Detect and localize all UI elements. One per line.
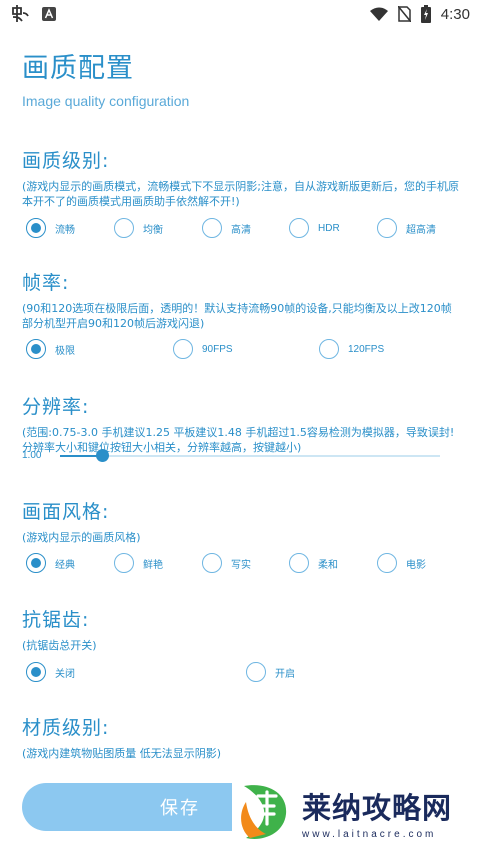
radio-label: 90FPS (202, 343, 233, 355)
watermark-logo (236, 782, 296, 844)
radio-label: 高清 (231, 224, 251, 236)
battery-charging-icon (420, 5, 431, 23)
radio-option-on[interactable]: 开启 (246, 662, 295, 682)
radio-option-120fps[interactable]: 120FPS (319, 339, 384, 359)
radio-option-hdr[interactable]: HDR (289, 218, 340, 238)
radio-option-hd[interactable]: 高清 (202, 218, 251, 238)
radio-label: 经典 (55, 559, 75, 571)
radio-button[interactable] (377, 218, 397, 238)
radio-option-extreme[interactable]: 极限 (26, 339, 75, 359)
page-subtitle: Image quality configuration (22, 93, 190, 109)
radio-button[interactable] (26, 218, 46, 238)
section-texture: 材质级别: (游戏内建筑物贴图质量 低无法显示阴影) (22, 713, 462, 761)
section-title: 分辨率: (22, 396, 90, 418)
section-fps: 帧率: (90和120选项在极限后面，透明的！默认支持流畅90帧的设备,只能均衡… (22, 268, 462, 359)
radio-label: 超高清 (406, 224, 436, 236)
section-resolution: 分辨率: (范围:0.75-3.0 手机建议1.25 平板建议1.48 手机超过… (22, 392, 462, 462)
section-description: (抗锯齿总开关) (22, 639, 97, 652)
radio-label: 电影 (406, 559, 426, 571)
slider-thumb[interactable] (96, 448, 109, 462)
radio-button[interactable] (246, 662, 266, 682)
radio-option-movie[interactable]: 电影 (377, 553, 426, 573)
radio-option-vivid[interactable]: 鲜艳 (114, 553, 163, 573)
radio-label: 柔和 (318, 559, 338, 571)
radio-button[interactable] (173, 339, 193, 359)
watermark-name: 莱纳攻略网 (302, 791, 453, 825)
radio-label: 流畅 (55, 224, 75, 236)
status-bar: 4:30 (0, 0, 480, 28)
save-button-label: 保存 (160, 798, 200, 819)
radio-button[interactable] (114, 218, 134, 238)
radio-button[interactable] (114, 553, 134, 573)
radio-option-off[interactable]: 关闭 (26, 662, 75, 682)
radio-button[interactable] (289, 553, 309, 573)
radio-option-soft[interactable]: 柔和 (289, 553, 338, 573)
radio-label: 120FPS (348, 343, 385, 355)
resolution-slider: 1.00 (22, 448, 462, 462)
slider-track[interactable] (60, 448, 440, 462)
section-quality: 画质级别: (游戏内显示的画质模式，流畅模式下不显示阴影;注意，自从游戏新版更新… (22, 146, 462, 238)
radio-option-smooth[interactable]: 流畅 (26, 218, 75, 238)
radio-label: 关闭 (55, 668, 75, 680)
radio-option-90fps[interactable]: 90FPS (173, 339, 233, 359)
section-title: 材质级别: (22, 717, 110, 739)
section-description: (游戏内显示的画质风格) (22, 531, 141, 544)
radio-button[interactable] (377, 553, 397, 573)
section-title: 画质级别: (22, 150, 110, 172)
section-description: (游戏内建筑物贴图质量 低无法显示阴影) (22, 747, 222, 760)
radio-option-classic[interactable]: 经典 (26, 553, 75, 573)
watermark: 莱纳攻略网 www.laitnacre.com (232, 773, 480, 852)
radio-label: 极限 (55, 345, 75, 357)
radio-button[interactable] (289, 218, 309, 238)
section-title: 画面风格: (22, 501, 110, 523)
section-description: (游戏内显示的画质模式，流畅模式下不显示阴影;注意，自从游戏新版更新后，您的手机… (22, 180, 459, 208)
section-antialias: 抗锯齿: (抗锯齿总开关) 关闭 开启 (22, 605, 462, 682)
slider-value: 1.00 (22, 450, 42, 461)
section-description: (90和120选项在极限后面，透明的！默认支持流畅90帧的设备,只能均衡及以上改… (22, 302, 452, 330)
section-title: 帧率: (22, 272, 70, 294)
a-notification-icon (42, 7, 56, 21)
section-title: 抗锯齿: (22, 609, 90, 631)
no-sim-icon (397, 6, 411, 22)
radio-option-realistic[interactable]: 写实 (202, 553, 251, 573)
radio-button[interactable] (202, 553, 222, 573)
header: 画质配置 Image quality configuration (22, 46, 189, 109)
radio-button[interactable] (202, 218, 222, 238)
page-title: 画质配置 (22, 53, 134, 84)
status-time: 4:30 (440, 5, 470, 23)
radio-button[interactable] (26, 339, 46, 359)
watermark-url: www.laitnacre.com (302, 829, 437, 840)
radio-button[interactable] (26, 553, 46, 573)
radio-option-balanced[interactable]: 均衡 (114, 218, 163, 238)
radio-button[interactable] (319, 339, 339, 359)
radio-label: 写实 (231, 559, 251, 571)
radio-label: 均衡 (143, 224, 163, 236)
app-notification-icon (10, 5, 30, 23)
radio-label: HDR (318, 222, 340, 234)
radio-option-ultra-hd[interactable]: 超高清 (377, 218, 436, 238)
radio-label: 开启 (275, 668, 295, 680)
radio-label: 鲜艳 (143, 559, 163, 571)
radio-button[interactable] (26, 662, 46, 682)
section-style: 画面风格: (游戏内显示的画质风格) 经典 鲜艳 写实 柔和 电影 (22, 497, 462, 573)
wifi-icon (369, 7, 388, 21)
